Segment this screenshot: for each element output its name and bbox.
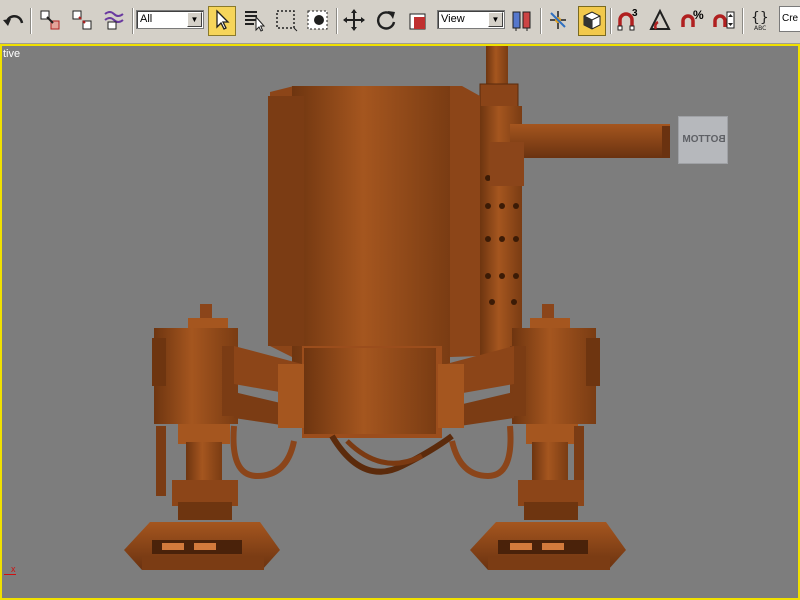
select-and-move-button[interactable]	[340, 6, 368, 36]
window-crossing-button[interactable]	[304, 6, 332, 36]
spinner-snap-icon	[712, 8, 736, 35]
snaps-toggle-button[interactable]: 3	[614, 6, 642, 36]
selection-filter-dropdown[interactable]: All ▼	[136, 10, 204, 29]
toolbar-separator	[742, 8, 744, 34]
perspective-viewport[interactable]: tive BOTTOM x	[0, 44, 800, 600]
rectangular-selection-button[interactable]	[272, 6, 300, 36]
chevron-down-icon[interactable]: ▼	[488, 12, 503, 27]
named-selection-braces-icon: {} ABC	[750, 8, 774, 35]
undo-button[interactable]	[0, 6, 28, 36]
percent-snap-toggle-button[interactable]: %	[678, 6, 706, 36]
undo-icon	[2, 8, 26, 35]
bind-to-space-warp-button[interactable]	[100, 6, 128, 36]
selection-filter-value: All	[140, 13, 153, 25]
reference-coordinate-dropdown[interactable]: View ▼	[437, 10, 505, 29]
viewcube[interactable]: BOTTOM	[678, 116, 728, 164]
select-object-button[interactable]	[208, 6, 236, 36]
angle-snap-icon	[648, 8, 672, 35]
toolbar-separator	[540, 8, 542, 34]
select-and-link-button[interactable]	[36, 6, 64, 36]
svg-text:{}: {}	[751, 10, 769, 26]
window-crossing-icon	[306, 8, 330, 35]
axis-tripod-x-label: x	[11, 564, 16, 574]
main-toolbar: All ▼ View ▼ 3 % {} ABC Cre	[0, 0, 800, 44]
use-pivot-center-button[interactable]	[508, 6, 536, 36]
select-and-rotate-button[interactable]	[372, 6, 400, 36]
toolbar-separator	[132, 8, 134, 34]
space-warp-icon	[102, 8, 126, 35]
cursor-arrow-icon	[210, 8, 234, 35]
select-and-scale-button[interactable]	[404, 6, 432, 36]
snap-dimension-label: 3	[632, 8, 638, 19]
chevron-down-icon[interactable]: ▼	[187, 12, 202, 27]
unlink-icon	[70, 8, 94, 35]
unlink-selection-button[interactable]	[68, 6, 96, 36]
spinner-snap-toggle-button[interactable]	[710, 6, 738, 36]
svg-text:ABC: ABC	[754, 25, 766, 32]
toolbar-separator	[336, 8, 338, 34]
reference-coordinate-value: View	[441, 13, 465, 25]
axis-tripod-x-line	[4, 574, 16, 575]
move-icon	[342, 8, 366, 35]
rotate-icon	[374, 8, 398, 35]
pivot-center-icon	[510, 8, 534, 35]
select-by-name-button[interactable]	[240, 6, 268, 36]
scale-icon	[406, 8, 430, 35]
link-icon	[38, 8, 62, 35]
keyboard-shortcut-override-button[interactable]	[578, 6, 606, 36]
shortcut-override-icon	[580, 8, 604, 35]
named-selection-sets-value: Cre	[782, 13, 799, 24]
percent-snap-label: %	[693, 8, 704, 22]
toolbar-separator	[30, 8, 32, 34]
list-select-icon	[242, 8, 266, 35]
named-selection-sets-field[interactable]: Cre	[779, 6, 800, 32]
select-and-manipulate-button[interactable]	[544, 6, 572, 36]
rect-selection-icon	[274, 8, 298, 35]
angle-snap-toggle-button[interactable]	[646, 6, 674, 36]
viewcube-face-label: BOTTOM	[682, 134, 726, 145]
max-app-window: All ▼ View ▼ 3 % {} ABC Cre tive BOTTOM …	[0, 0, 800, 600]
manipulate-icon	[546, 8, 570, 35]
edit-named-selection-sets-button[interactable]: {} ABC	[748, 6, 776, 36]
toolbar-separator	[610, 8, 612, 34]
